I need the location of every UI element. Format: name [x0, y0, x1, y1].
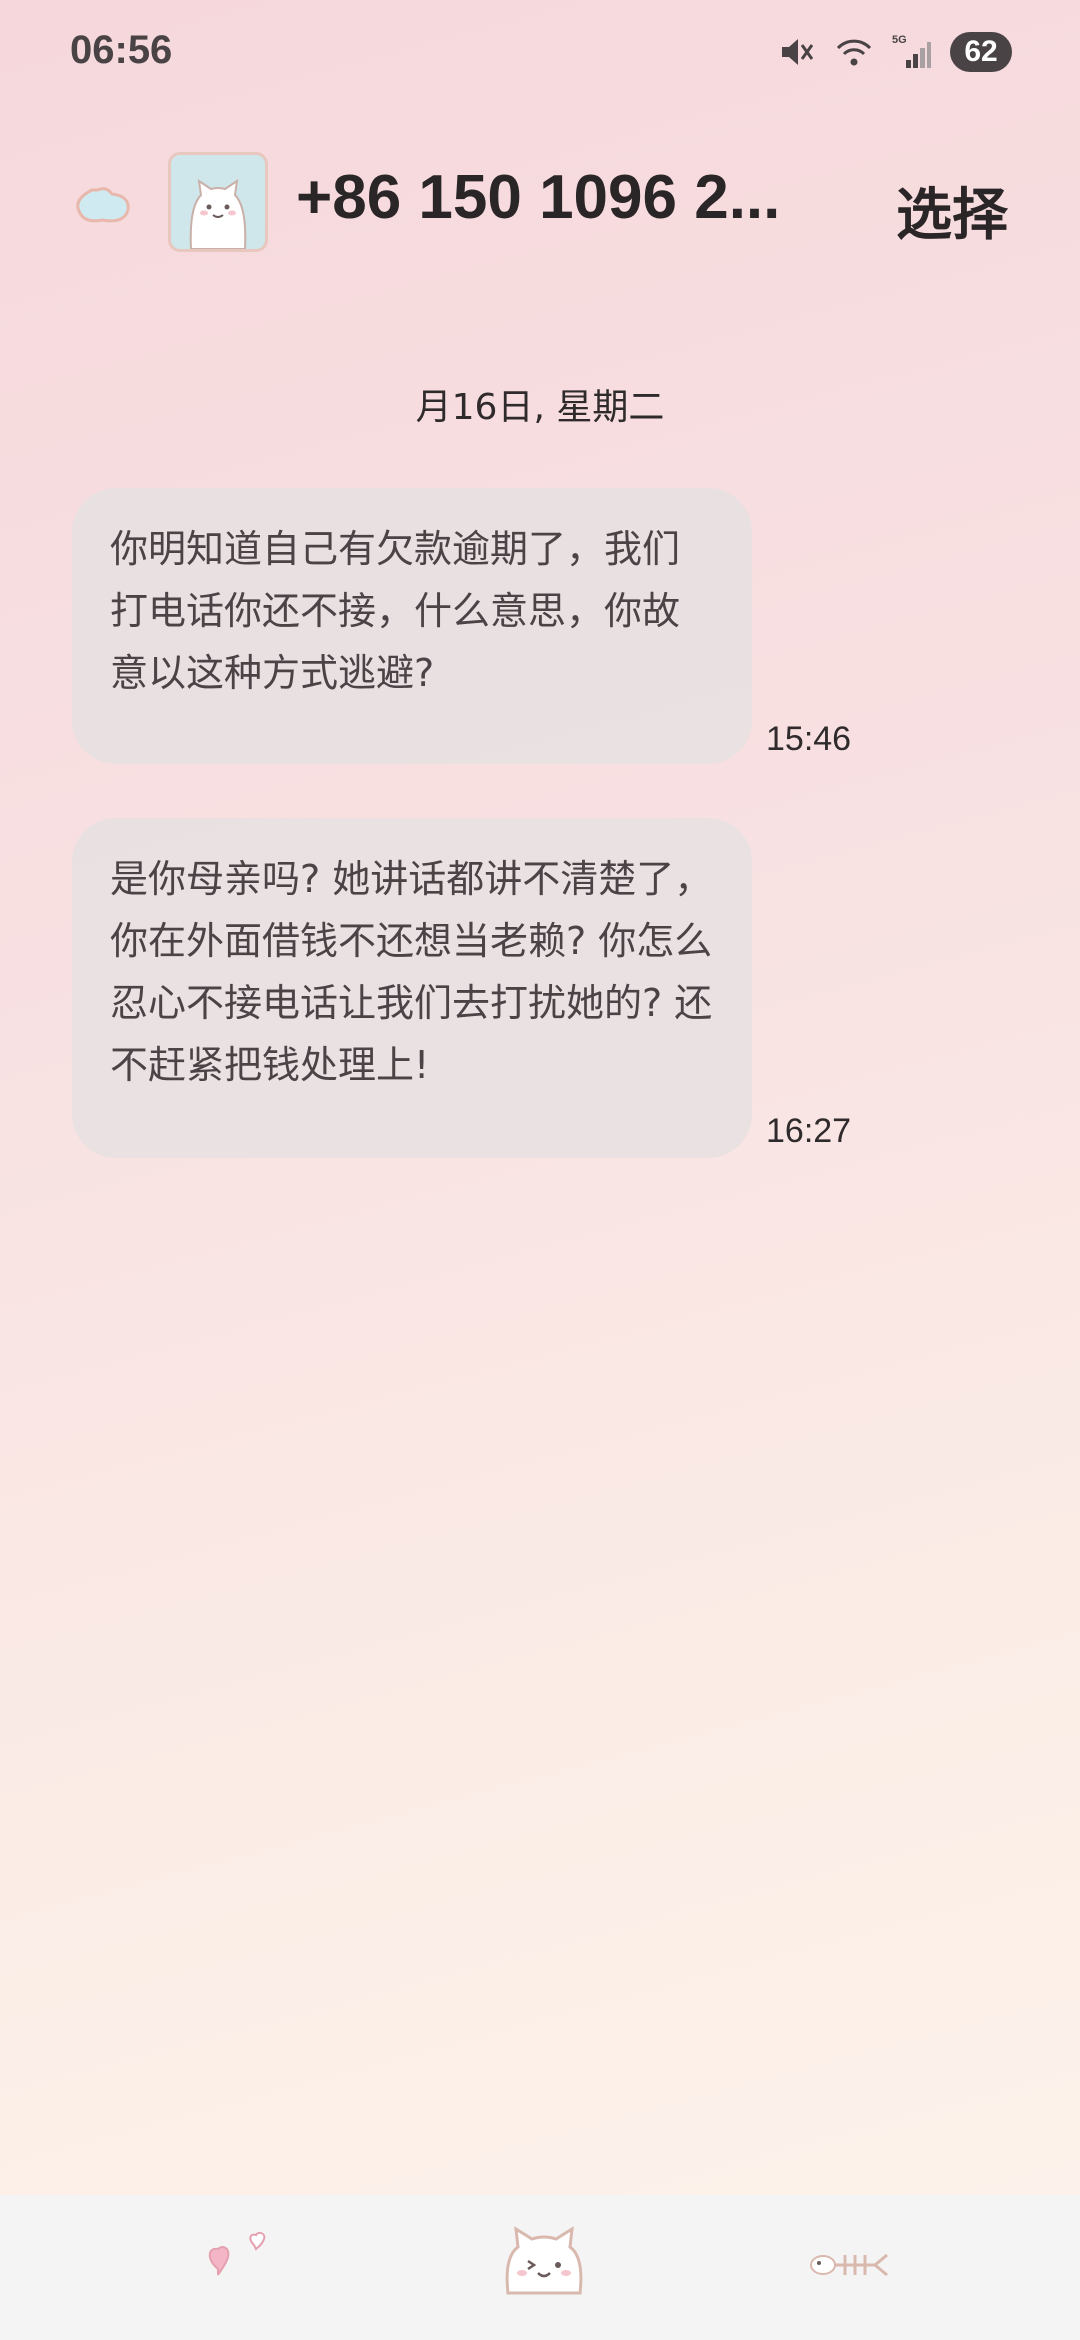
- date-separator: 月16日, 星期二: [415, 387, 665, 428]
- contact-avatar[interactable]: [168, 152, 268, 252]
- svg-text:5G: 5G: [892, 34, 907, 46]
- message-bubble[interactable]: 你明知道自己有欠款逾期了，我们打电话你还不接，什么意思，你故意以这种方式逃避?: [72, 488, 752, 764]
- hearts-icon[interactable]: [196, 2225, 286, 2305]
- mute-icon: [782, 39, 814, 65]
- message-timestamp: 15:46: [766, 720, 852, 758]
- back-icon[interactable]: [72, 180, 134, 232]
- conversation-header: +86 150 1096 2... 选择: [0, 150, 1080, 260]
- message-timestamp: 16:27: [766, 1112, 852, 1150]
- status-time: 06:56: [70, 28, 173, 72]
- cat-home-icon[interactable]: [496, 2213, 592, 2309]
- message-bubble[interactable]: 是你母亲吗? 她讲话都讲不清楚了，你在外面借钱不还想当老赖? 你怎么忍心不接电话…: [72, 818, 752, 1158]
- cat-avatar-icon: [189, 178, 247, 249]
- status-icons: 5G 62: [776, 30, 1012, 74]
- wifi-icon: [836, 39, 872, 66]
- signal-icon: 5G: [892, 34, 931, 68]
- select-button[interactable]: 选择: [896, 170, 1008, 251]
- fishbone-icon[interactable]: [805, 2225, 895, 2305]
- bottom-toolbar: [0, 2195, 1080, 2340]
- status-bar: 06:56 5G 62: [0, 0, 1080, 110]
- battery-indicator: 62: [950, 32, 1012, 72]
- contact-number: +86 150 1096 2...: [296, 163, 781, 232]
